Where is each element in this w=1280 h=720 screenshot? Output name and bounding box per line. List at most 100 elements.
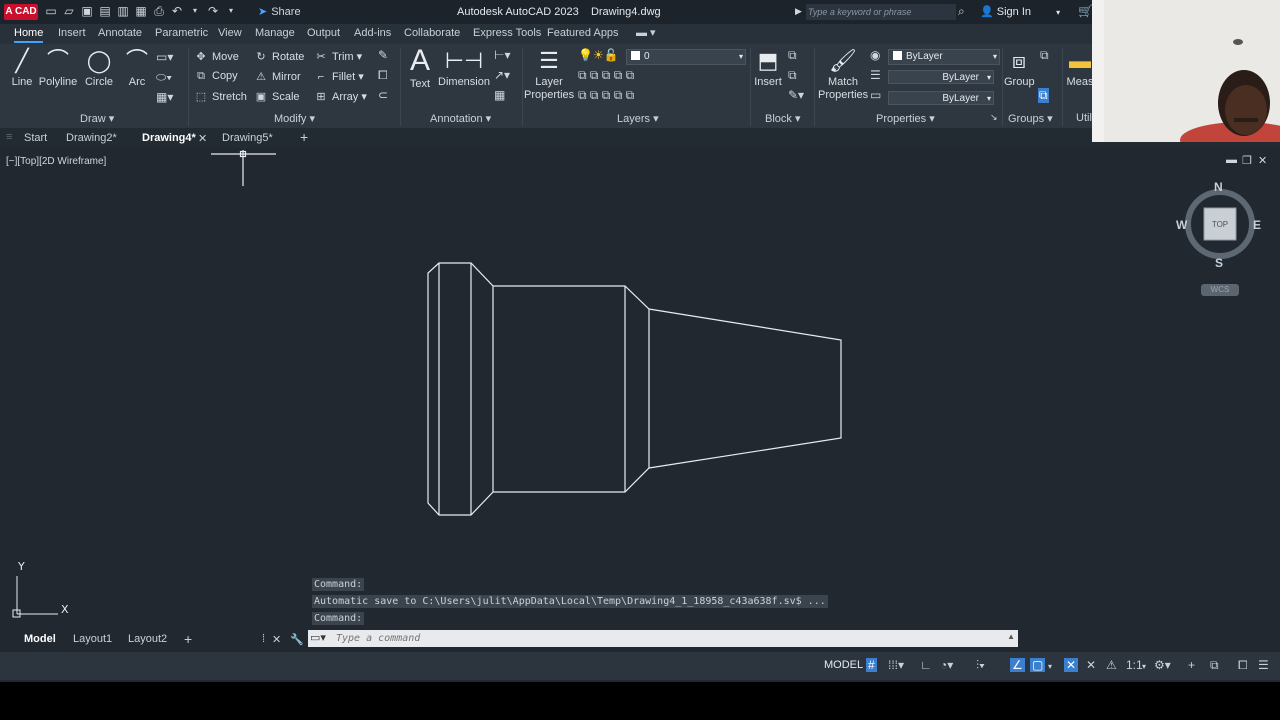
block-panel-title[interactable]: Block ▾ (765, 112, 800, 125)
group-select-icon[interactable]: ⧉ (1038, 88, 1049, 103)
layer-tools-row-2-icon[interactable]: ⧉ ⧉ ⧉ ⧉ ⧉ (578, 88, 634, 103)
annotation-visibility-icon[interactable]: ✕ (1064, 658, 1079, 672)
panel-launcher-icon[interactable]: ↘ (990, 112, 998, 123)
sign-in-button[interactable]: 👤 Sign In ▾ (980, 5, 1060, 18)
save-web-icon[interactable]: ▦ (134, 4, 148, 18)
object-snap-tracking-icon[interactable]: ∠ (1010, 658, 1025, 672)
shaft-body-outline[interactable] (493, 285, 842, 493)
tab-collaborate[interactable]: Collaborate (404, 27, 460, 39)
tab-manage[interactable]: Manage (255, 27, 295, 39)
doc-tab-start[interactable]: Start (24, 132, 47, 144)
line-button[interactable]: ╱ Line (8, 46, 36, 88)
text-button[interactable]: A Text (406, 44, 434, 90)
snap-icon[interactable]: ⁞⁞⁞▾ (888, 658, 904, 672)
chevron-down-icon[interactable]: ▾ (1056, 8, 1060, 17)
modify-panel-title[interactable]: Modify ▾ (274, 112, 315, 125)
save-icon[interactable]: ▣ (80, 4, 94, 18)
ribbon-toggle-icon[interactable]: ▬ ▾ (636, 26, 656, 39)
circle-button[interactable]: ◯ Circle (82, 46, 116, 88)
match-properties-button[interactable]: 🖌 Match Properties (818, 46, 868, 102)
auto-scale-icon[interactable]: ✕ (1086, 658, 1096, 672)
app-logo[interactable]: A CAD (4, 4, 38, 20)
doc-tab-drawing2[interactable]: Drawing2* (66, 132, 117, 144)
layer-dropdown[interactable]: 0 ▾ (626, 49, 746, 65)
leader-icon[interactable]: ↗▾ (494, 68, 510, 82)
drawing-geometry[interactable]: Y X (0, 148, 1280, 626)
doc-tab-drawing4[interactable]: Drawing4* (142, 132, 196, 144)
drawing-canvas[interactable]: [−][Top][2D Wireframe] ▬ ❐ ✕ Y X N S E W… (0, 148, 1280, 626)
group-button[interactable]: ⧈ Group (1004, 46, 1035, 88)
layer-properties-button[interactable]: ☰ Layer Properties (524, 46, 574, 102)
open-web-icon[interactable]: ▥ (116, 4, 130, 18)
add-icon[interactable]: + (1188, 658, 1195, 672)
arc-button[interactable]: ⌒ Arc (122, 46, 152, 88)
tab-layout2[interactable]: Layout2 (128, 633, 167, 645)
compass-south[interactable]: S (1215, 256, 1223, 270)
annotation-panel-title[interactable]: Annotation ▾ (430, 112, 491, 125)
erase-icon[interactable]: ✎ (378, 48, 388, 62)
annotation-scale-icon[interactable]: ⚠ (1106, 658, 1117, 672)
layer-on-icon[interactable]: 💡☀🔓 (578, 48, 619, 62)
lineweight-dropdown[interactable]: ByLayer ▾ (888, 91, 994, 105)
tab-home[interactable]: Home (14, 27, 44, 43)
dropdown-icon[interactable]: ▾ (188, 4, 202, 18)
move-button[interactable]: ✥ Move (194, 50, 239, 63)
rotate-button[interactable]: ↻ Rotate (254, 50, 304, 63)
trim-button[interactable]: ✂ Trim ▾ (314, 50, 362, 63)
scale-value[interactable]: 1:1 (1126, 658, 1143, 672)
compass-east[interactable]: E (1253, 218, 1261, 232)
tab-layout1[interactable]: Layout1 (73, 633, 112, 645)
properties-panel-title[interactable]: Properties ▾ (876, 112, 935, 125)
new-layout-icon[interactable]: + (184, 631, 192, 647)
layers-panel-title[interactable]: Layers ▾ (617, 112, 659, 125)
edit-attributes-icon[interactable]: ✎▾ (788, 88, 804, 102)
array-button[interactable]: ⊞ Array ▾ (314, 90, 366, 103)
object-snap-icon[interactable]: ▢ (1030, 658, 1046, 672)
drag-handle-icon[interactable]: ⁞ (262, 633, 265, 645)
command-history-toggle-icon[interactable]: ▲ (1007, 632, 1015, 641)
tab-view[interactable]: View (218, 27, 242, 39)
command-input[interactable] (336, 631, 1006, 645)
search-input[interactable]: Type a keyword or phrase (806, 4, 956, 20)
tab-add-ins[interactable]: Add-ins (354, 27, 391, 39)
wcs-menu[interactable]: WCS (1201, 284, 1239, 296)
share-button[interactable]: ➤ Share (258, 5, 301, 18)
undo-icon[interactable]: ↶ (170, 4, 184, 18)
polyline-button[interactable]: ⌒ Polyline (38, 46, 78, 88)
mirror-button[interactable]: ⚠ Mirror (254, 70, 301, 83)
command-line[interactable]: ▭▾ ▲ (308, 630, 1018, 647)
compass-north[interactable]: N (1214, 180, 1223, 194)
tab-parametric[interactable]: Parametric (155, 27, 208, 39)
table-icon[interactable]: ▦ (494, 88, 505, 102)
color-dropdown[interactable]: ByLayer ▾ (888, 49, 1000, 65)
draw-panel-title[interactable]: Draw ▾ (80, 112, 114, 125)
tab-annotate[interactable]: Annotate (98, 27, 142, 39)
compass-west[interactable]: W (1176, 218, 1187, 232)
workspace-gear-icon[interactable]: ⚙▾ (1154, 658, 1171, 672)
offset-icon[interactable]: ⊂ (378, 88, 388, 102)
customization-menu-icon[interactable]: ☰ (1258, 658, 1269, 672)
dropdown-icon[interactable]: ▾ (224, 4, 238, 18)
flange-outline[interactable] (427, 262, 494, 516)
search-icon[interactable]: ⌕ (958, 4, 965, 19)
open-folder-icon[interactable]: ▱ (62, 4, 76, 18)
close-tab-icon[interactable]: ✕ (198, 132, 207, 145)
fillet-button[interactable]: ⌐ Fillet ▾ (314, 70, 364, 83)
redo-icon[interactable]: ↷ (206, 4, 220, 18)
create-block-icon[interactable]: ⧉ (788, 48, 797, 63)
tab-express-tools[interactable]: Express Tools (473, 27, 541, 39)
doc-tab-drawing5[interactable]: Drawing5* (222, 132, 273, 144)
command-prompt-icon[interactable]: ▭▾ (310, 631, 326, 644)
groups-panel-title[interactable]: Groups ▾ (1008, 112, 1053, 125)
new-tab-icon[interactable]: + (300, 129, 308, 145)
scale-button[interactable]: ▣ Scale (254, 90, 300, 103)
isodraft-icon[interactable]: ⫶▾ (976, 658, 985, 673)
stretch-button[interactable]: ⬚ Stretch (194, 90, 247, 103)
isolate-objects-icon[interactable]: ⧉ (1210, 658, 1219, 673)
utilities-panel-title[interactable]: Util (1076, 112, 1092, 124)
fullscreen-icon[interactable]: ⧠ (1238, 658, 1248, 673)
rectangle-icon[interactable]: ▭▾ (156, 50, 173, 64)
grid-icon[interactable]: # (866, 658, 877, 672)
ellipse-icon[interactable]: ⬭▾ (156, 70, 172, 85)
model-space-toggle[interactable]: MODEL (824, 659, 863, 671)
